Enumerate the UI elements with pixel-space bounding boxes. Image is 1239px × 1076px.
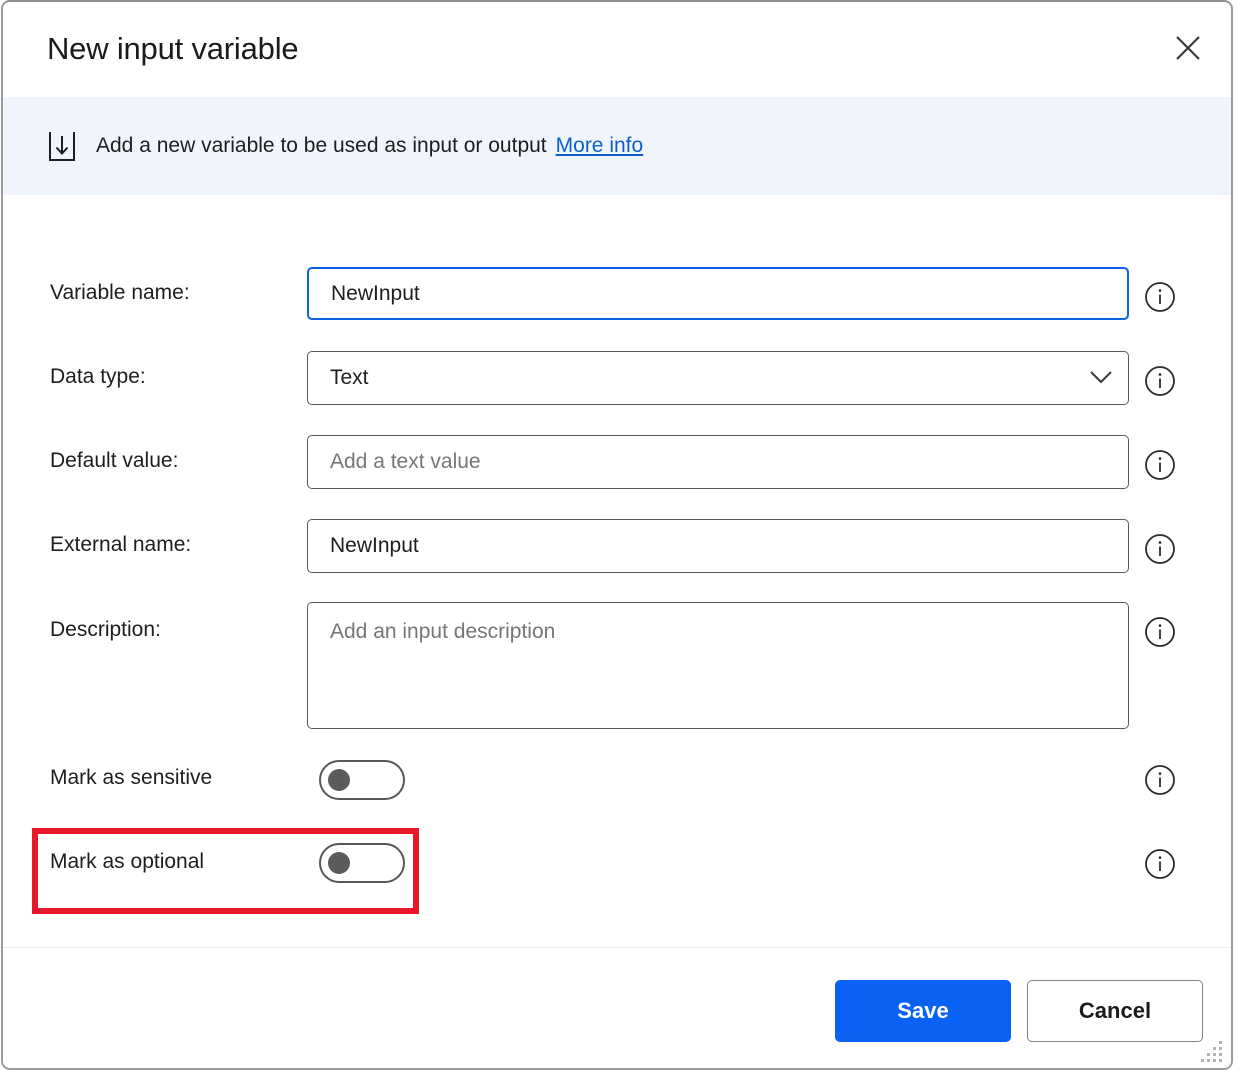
description-textarea[interactable] (307, 602, 1129, 729)
banner-text: Add a new variable to be used as input o… (96, 134, 547, 157)
dialog-titlebar: New input variable (3, 2, 1231, 97)
field-label-variable-name: Variable name: (50, 281, 190, 304)
field-label-data-type: Data type: (50, 365, 146, 388)
field-label-description: Description: (50, 618, 161, 641)
info-icon-mark-as-sensitive[interactable] (1144, 764, 1176, 796)
info-icon-description[interactable] (1144, 616, 1176, 648)
new-input-variable-dialog: New input variable Add a new variable to… (1, 0, 1233, 1070)
field-label-default-value: Default value: (50, 449, 179, 472)
mark-as-optional-toggle[interactable] (319, 843, 405, 883)
data-type-value: Text (330, 366, 369, 389)
dialog-footer: Save Cancel (3, 947, 1231, 1068)
toggle-label-mark-as-sensitive: Mark as sensitive (50, 766, 213, 789)
info-icon-data-type[interactable] (1144, 365, 1176, 397)
info-icon-external-name[interactable] (1144, 533, 1176, 565)
info-icon-default-value[interactable] (1144, 449, 1176, 481)
info-banner: Add a new variable to be used as input o… (3, 97, 1231, 195)
default-value-input[interactable] (307, 435, 1129, 489)
save-button[interactable]: Save (835, 980, 1011, 1042)
external-name-input[interactable] (307, 519, 1129, 573)
info-icon-variable-name[interactable] (1144, 281, 1176, 313)
field-label-external-name: External name: (50, 533, 192, 556)
close-icon (1174, 34, 1202, 62)
close-button[interactable] (1159, 20, 1217, 76)
more-info-link[interactable]: More info (556, 134, 644, 158)
form-body: Variable name: Data type: Text (3, 195, 1231, 947)
toggle-knob (328, 769, 350, 791)
toggle-label-mark-as-optional: Mark as optional (50, 850, 205, 873)
resize-grip[interactable] (1199, 1037, 1225, 1063)
info-icon-mark-as-optional[interactable] (1144, 848, 1176, 880)
input-variable-icon (47, 130, 77, 162)
page-title: New input variable (47, 31, 299, 66)
toggle-knob (328, 852, 350, 874)
cancel-button[interactable]: Cancel (1027, 980, 1203, 1042)
variable-name-input[interactable] (307, 267, 1129, 320)
mark-as-sensitive-toggle[interactable] (319, 760, 405, 800)
data-type-select[interactable]: Text (307, 351, 1129, 405)
